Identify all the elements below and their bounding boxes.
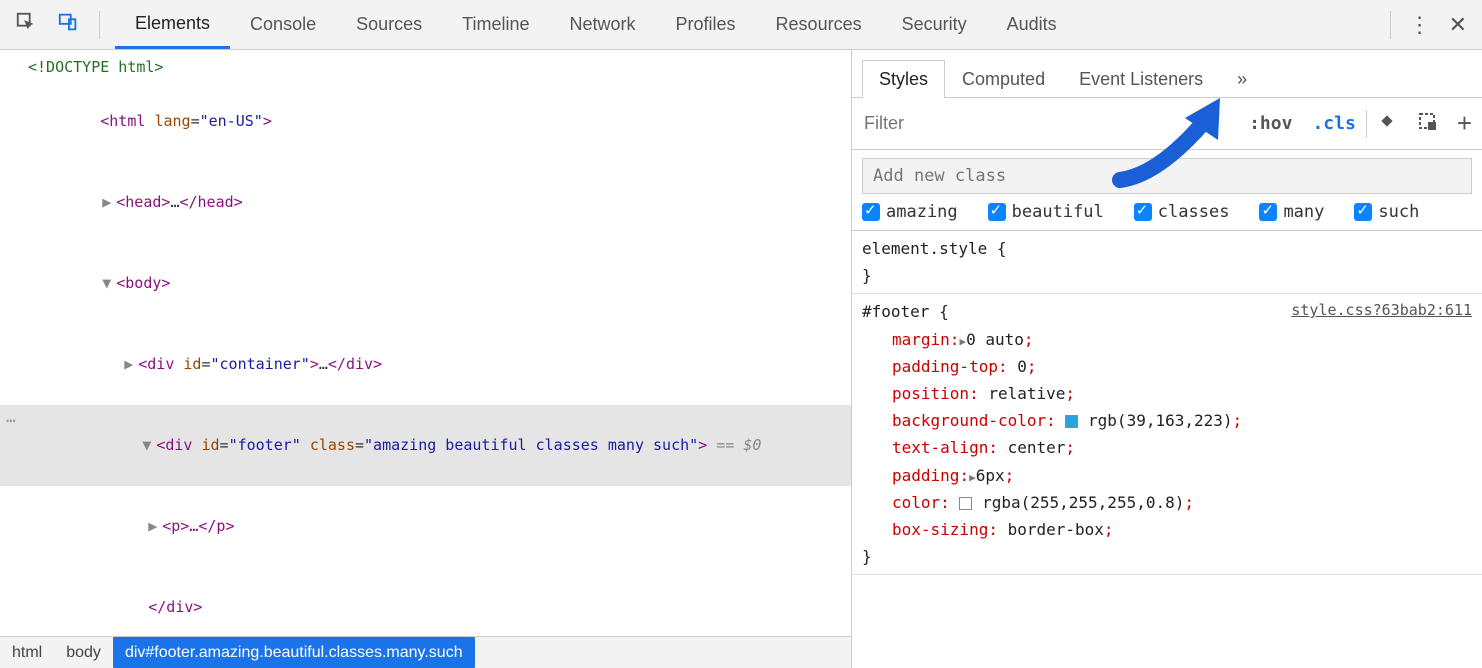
css-property[interactable]: position: relative;: [862, 380, 1472, 407]
collapse-icon[interactable]: ▼: [102, 270, 116, 297]
hov-toggle[interactable]: :hov: [1239, 113, 1302, 134]
kebab-menu-icon[interactable]: ⋮: [1409, 12, 1431, 38]
tab-elements[interactable]: Elements: [115, 0, 230, 49]
footer-close-node[interactable]: </div>: [0, 567, 851, 636]
tab-sources[interactable]: Sources: [336, 0, 442, 49]
sidebar-subtabs: Styles Computed Event Listeners »: [852, 50, 1482, 98]
footer-node-selected[interactable]: ▼<div id="footer" class="amazing beautif…: [0, 405, 851, 486]
filter-input[interactable]: [852, 98, 1239, 149]
tab-timeline[interactable]: Timeline: [442, 0, 549, 49]
head-node[interactable]: ▶<head>…</head>: [0, 162, 851, 243]
breadcrumb-html[interactable]: html: [0, 637, 54, 668]
html-node[interactable]: <html lang="en-US">: [0, 81, 851, 162]
css-property[interactable]: box-sizing: border-box;: [862, 516, 1472, 543]
class-check-beautiful[interactable]: beautiful: [988, 202, 1104, 222]
separator: [99, 11, 100, 39]
breadcrumb: html body div#footer.amazing.beautiful.c…: [0, 636, 851, 668]
styles-panel: Styles Computed Event Listeners » :hov .…: [852, 50, 1482, 668]
css-property[interactable]: margin:▶0 auto;: [862, 326, 1472, 353]
plus-icon[interactable]: +: [1447, 108, 1482, 139]
close-icon[interactable]: ✕: [1449, 12, 1467, 38]
checkbox[interactable]: [1259, 203, 1277, 221]
close-brace: }: [862, 262, 1472, 289]
classes-pane: amazing beautiful classes many such: [852, 150, 1482, 231]
breadcrumb-body[interactable]: body: [54, 637, 113, 668]
tab-audits[interactable]: Audits: [987, 0, 1077, 49]
rule-element-style[interactable]: element.style { }: [852, 231, 1482, 294]
checkbox[interactable]: [988, 203, 1006, 221]
class-check-classes[interactable]: classes: [1134, 202, 1230, 222]
rule-footer[interactable]: style.css?63bab2:611 #footer { margin:▶0…: [852, 294, 1482, 575]
selector-label: element.style {: [862, 235, 1472, 262]
panel-tabs: Elements Console Sources Timeline Networ…: [115, 0, 1077, 49]
cls-toggle[interactable]: .cls: [1302, 113, 1365, 134]
p-node[interactable]: ▶<p>…</p>: [0, 486, 851, 567]
dom-tree[interactable]: <!DOCTYPE html> <html lang="en-US"> ▶<he…: [0, 50, 851, 636]
device-mode-icon[interactable]: [57, 11, 79, 39]
subtab-event-listeners[interactable]: Event Listeners: [1062, 60, 1220, 98]
checkbox[interactable]: [862, 203, 880, 221]
subtab-computed[interactable]: Computed: [945, 60, 1062, 98]
body-node[interactable]: ▼<body>: [0, 243, 851, 324]
css-property[interactable]: padding:▶6px;: [862, 462, 1472, 489]
top-right-icons: ⋮ ✕: [1375, 11, 1482, 39]
breadcrumb-footer[interactable]: div#footer.amazing.beautiful.classes.man…: [113, 637, 475, 668]
tab-network[interactable]: Network: [550, 0, 656, 49]
css-property[interactable]: text-align: center;: [862, 434, 1472, 461]
diamond-icon[interactable]: [1367, 111, 1407, 136]
inspect-icon[interactable]: [15, 11, 37, 39]
color-swatch[interactable]: [959, 497, 972, 510]
expand-icon[interactable]: ▶: [148, 513, 162, 540]
tab-console[interactable]: Console: [230, 0, 336, 49]
close-brace: }: [862, 543, 1472, 570]
css-property[interactable]: color: rgba(255,255,255,0.8);: [862, 489, 1472, 516]
main-split: <!DOCTYPE html> <html lang="en-US"> ▶<he…: [0, 50, 1482, 668]
tab-security[interactable]: Security: [882, 0, 987, 49]
tab-resources[interactable]: Resources: [756, 0, 882, 49]
class-checkbox-list: amazing beautiful classes many such: [862, 202, 1472, 222]
expand-icon[interactable]: ▶: [124, 351, 138, 378]
collapse-icon[interactable]: ▼: [142, 432, 156, 459]
elements-panel: <!DOCTYPE html> <html lang="en-US"> ▶<he…: [0, 50, 852, 668]
css-property[interactable]: padding-top: 0;: [862, 353, 1472, 380]
class-check-amazing[interactable]: amazing: [862, 202, 958, 222]
class-check-such[interactable]: such: [1354, 202, 1419, 222]
color-swatch[interactable]: [1065, 415, 1078, 428]
add-class-input[interactable]: [862, 158, 1472, 194]
css-rules: element.style { } style.css?63bab2:611 #…: [852, 231, 1482, 668]
dashed-box-icon[interactable]: [1407, 111, 1447, 136]
devtools-tab-bar: Elements Console Sources Timeline Networ…: [0, 0, 1482, 50]
expand-icon[interactable]: ▶: [102, 189, 116, 216]
separator: [1390, 11, 1391, 39]
checkbox[interactable]: [1354, 203, 1372, 221]
subtab-styles[interactable]: Styles: [862, 60, 945, 98]
container-node[interactable]: ▶<div id="container">…</div>: [0, 324, 851, 405]
css-property[interactable]: background-color: rgb(39,163,223);: [862, 407, 1472, 434]
subtab-more-icon[interactable]: »: [1220, 60, 1264, 98]
checkbox[interactable]: [1134, 203, 1152, 221]
expand-icon[interactable]: ▶: [969, 469, 976, 488]
inspected-marker: == $0: [707, 436, 761, 454]
rule-source-link[interactable]: style.css?63bab2:611: [1291, 298, 1472, 324]
tab-profiles[interactable]: Profiles: [656, 0, 756, 49]
styles-toolbar: :hov .cls +: [852, 98, 1482, 150]
doctype-node[interactable]: <!DOCTYPE html>: [0, 54, 851, 81]
top-left-icons: [0, 11, 115, 39]
class-check-many[interactable]: many: [1259, 202, 1324, 222]
